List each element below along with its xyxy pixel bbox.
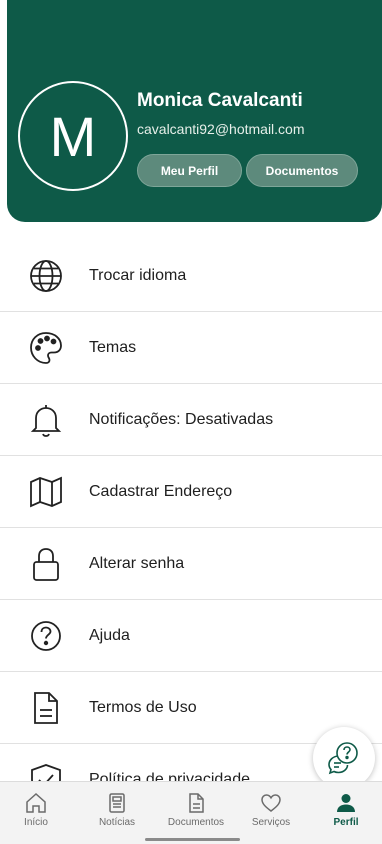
nav-item-profile[interactable]: Perfil — [326, 782, 366, 844]
menu-item-notifications[interactable]: Notificações: Desativadas — [0, 384, 382, 456]
menu-item-register-address[interactable]: Cadastrar Endereço — [0, 456, 382, 528]
help-circle-icon — [31, 621, 61, 651]
menu-item-change-password[interactable]: Alterar senha — [0, 528, 382, 600]
menu-item-change-language[interactable]: Trocar idioma — [0, 240, 382, 312]
palette-icon — [30, 332, 62, 364]
menu-item-label: Notificações: Desativadas — [89, 410, 274, 428]
user-name: Monica Cavalcanti — [137, 90, 303, 111]
documents-button[interactable]: Documentos — [246, 154, 358, 187]
menu-item-label: Cadastrar Endereço — [89, 482, 233, 500]
menu-item-label: Termos de Uso — [89, 698, 197, 716]
profile-header: M Monica Cavalcanti cavalcanti92@hotmail… — [7, 0, 382, 222]
nav-item-services[interactable]: Serviços — [244, 782, 298, 844]
help-chat-button[interactable] — [313, 727, 375, 789]
menu-item-help[interactable]: Ajuda — [0, 600, 382, 672]
user-email: cavalcanti92@hotmail.com — [137, 121, 305, 137]
document-icon — [34, 692, 58, 724]
menu-item-label: Trocar idioma — [89, 266, 187, 284]
menu-item-label: Temas — [89, 338, 137, 356]
user-icon — [337, 794, 355, 812]
document-icon — [189, 793, 204, 813]
lock-icon — [33, 548, 59, 581]
menu-item-label: Ajuda — [89, 626, 130, 644]
menu-item-themes[interactable]: Temas — [0, 312, 382, 384]
nav-item-label: Perfil — [333, 817, 359, 828]
avatar-initial: M — [49, 104, 97, 168]
bottom-navigation: Início Notícias Documentos Serviços Perf… — [0, 781, 382, 844]
nav-item-label: Início — [24, 817, 48, 828]
menu-item-label: Alterar senha — [89, 554, 185, 572]
heart-icon — [261, 794, 281, 812]
globe-icon — [30, 260, 62, 292]
my-profile-button[interactable]: Meu Perfil — [137, 154, 242, 187]
chat-help-icon — [328, 742, 358, 775]
newspaper-icon — [109, 793, 125, 813]
home-indicator — [145, 838, 240, 841]
nav-item-label: Documentos — [167, 817, 225, 828]
nav-item-label: Notícias — [98, 817, 136, 828]
nav-item-news[interactable]: Notícias — [92, 782, 142, 844]
avatar[interactable]: M — [18, 81, 128, 191]
nav-item-label: Serviços — [251, 817, 291, 828]
settings-menu: Trocar idioma Temas Notificações: Desati… — [0, 240, 382, 815]
bell-icon — [30, 405, 62, 437]
home-icon — [26, 792, 46, 813]
nav-item-home[interactable]: Início — [16, 782, 56, 844]
map-icon — [30, 476, 62, 508]
nav-item-documents[interactable]: Documentos — [160, 782, 232, 844]
